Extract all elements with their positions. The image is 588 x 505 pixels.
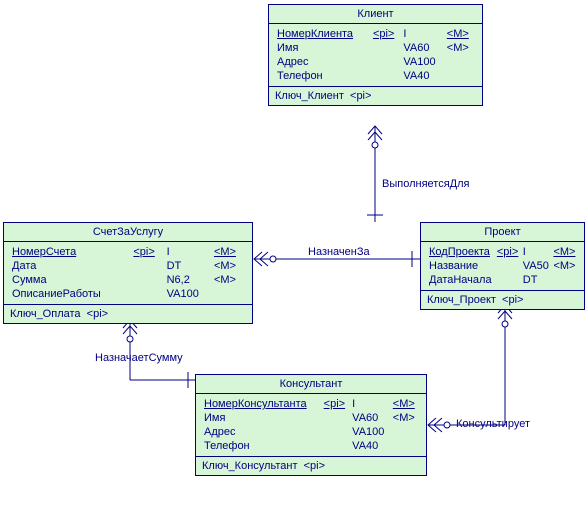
rel-invoice-consultant: НазначаетСумму (95, 352, 183, 364)
attr-row: ИмяVA60<M> (275, 41, 476, 55)
attr-row: ДатаНачалаDT (427, 273, 578, 287)
rel-client-project: ВыполняетсяДля (382, 178, 469, 190)
attr-row: НазваниеVA50<M> (427, 259, 578, 273)
entity-consultant-attrs: НомерКонсультанта<pi>I<M> ИмяVA60<M> Адр… (196, 394, 426, 457)
entity-invoice-attrs: НомерСчета<pi>I<M> ДатаDT<M> СуммаN6,2<M… (4, 242, 252, 305)
entity-client-key: Ключ_Клиент <pi> (269, 87, 482, 105)
attr-row: ДатаDT<M> (10, 259, 246, 273)
attr-row: КодПроекта<pi>I<M> (427, 245, 578, 259)
attr-row: ТелефонVA40 (275, 69, 476, 83)
attr-row: ТелефонVA40 (202, 439, 420, 453)
attr-row: ОписаниеРаботыVA100 (10, 287, 246, 301)
entity-project-attrs: КодПроекта<pi>I<M> НазваниеVA50<M> ДатаН… (421, 242, 584, 291)
attr-row: НомерКлиента<pi>I<M> (275, 27, 476, 41)
attr-row: АдресVA100 (275, 55, 476, 69)
entity-client-attrs: НомерКлиента<pi>I<M> ИмяVA60<M> АдресVA1… (269, 24, 482, 87)
attr-row: АдресVA100 (202, 425, 420, 439)
attr-row: НомерКонсультанта<pi>I<M> (202, 397, 420, 411)
entity-consultant: Консультант НомерКонсультанта<pi>I<M> Им… (195, 374, 427, 476)
entity-project-key: Ключ_Проект <pi> (421, 291, 584, 309)
entity-client-title: Клиент (269, 5, 482, 24)
entity-project-title: Проект (421, 223, 584, 242)
entity-project: Проект КодПроекта<pi>I<M> НазваниеVA50<M… (420, 222, 585, 310)
rel-consultant-project: Консультирует (456, 418, 530, 430)
attr-row: НомерСчета<pi>I<M> (10, 245, 246, 259)
attr-row: СуммаN6,2<M> (10, 273, 246, 287)
rel-invoice-project: НазначенЗа (308, 246, 370, 258)
entity-consultant-title: Консультант (196, 375, 426, 394)
attr-row: ИмяVA60<M> (202, 411, 420, 425)
entity-invoice-key: Ключ_Оплата <pi> (4, 305, 252, 323)
entity-invoice: СчетЗаУслугу НомерСчета<pi>I<M> ДатаDT<M… (3, 222, 253, 324)
entity-client: Клиент НомерКлиента<pi>I<M> ИмяVA60<M> А… (268, 4, 483, 106)
entity-invoice-title: СчетЗаУслугу (4, 223, 252, 242)
entity-consultant-key: Ключ_Консультант <pi> (196, 457, 426, 475)
